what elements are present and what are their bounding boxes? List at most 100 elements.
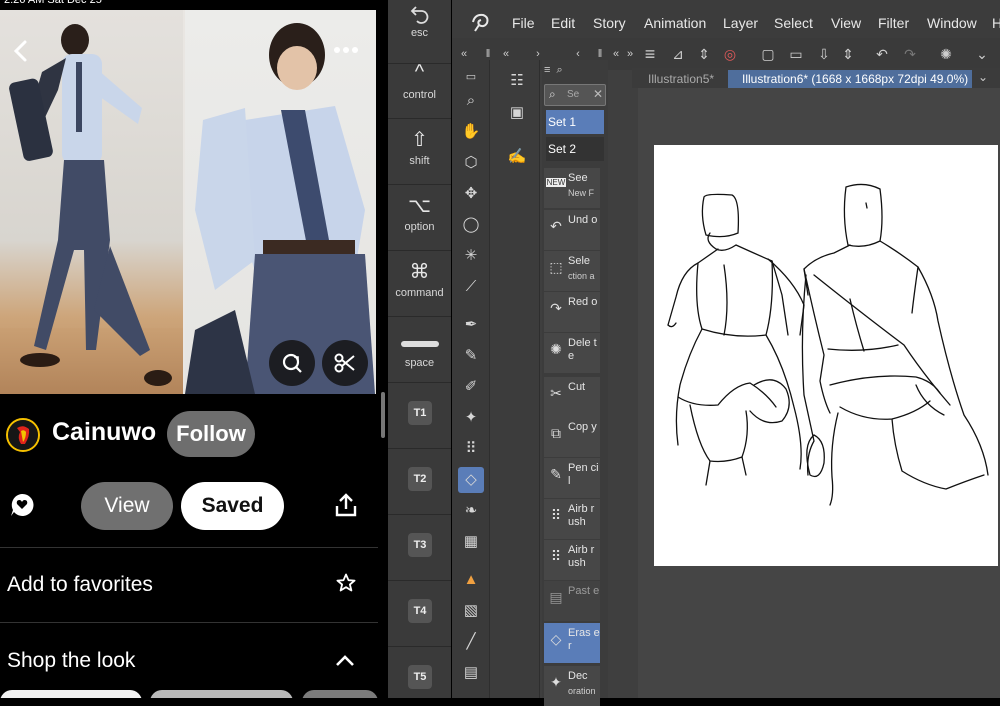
up-down-icon[interactable]: ⇕ xyxy=(838,44,858,64)
saved-button[interactable]: Saved xyxy=(181,482,284,530)
search-box[interactable]: ⌕ Se ✕ xyxy=(544,84,606,106)
avatar[interactable] xyxy=(6,418,40,452)
expand-right-icon[interactable]: » xyxy=(620,44,640,64)
clip-studio-app-icon[interactable]: ◎ xyxy=(720,44,740,64)
tool-detail-icon[interactable]: ▣ xyxy=(504,100,530,126)
move-icon[interactable]: ✥ xyxy=(458,181,484,207)
t4-key[interactable]: T4 xyxy=(388,581,451,647)
menu-edit[interactable]: Edit xyxy=(551,15,575,31)
sparkle-icon[interactable]: ✦ xyxy=(458,405,484,431)
set-item[interactable]: Set 1 xyxy=(546,110,604,134)
gradient-icon[interactable]: ▧ xyxy=(458,598,484,624)
add-favorites-label[interactable]: Add to favorites xyxy=(7,573,153,597)
brush-icon[interactable]: ✐ xyxy=(458,374,484,400)
shift-key[interactable]: ⇧ shift xyxy=(388,119,451,185)
menu-view[interactable]: View xyxy=(831,15,861,31)
collapse-button[interactable] xyxy=(334,651,356,671)
pin-image[interactable] xyxy=(0,10,376,394)
eyedropper-icon[interactable]: ⟋ xyxy=(458,274,484,300)
visual-search-button[interactable] xyxy=(269,340,315,386)
pencil-icon[interactable]: ✎ xyxy=(458,343,484,369)
subtool-item[interactable]: ⧉ Cop y xyxy=(544,417,600,457)
zoom-icon[interactable]: ⌕ xyxy=(458,88,484,114)
line-icon[interactable]: ╱ xyxy=(458,629,484,655)
space-key[interactable]: space xyxy=(388,317,451,383)
figure-icon[interactable]: ▦ xyxy=(458,529,484,555)
clip-studio-logo-icon[interactable] xyxy=(470,12,492,32)
view-button[interactable]: View xyxy=(81,482,173,530)
t3-key[interactable]: T3 xyxy=(388,515,451,581)
menu-story[interactable]: Story xyxy=(593,15,626,31)
save-icon[interactable]: ⇩ xyxy=(814,44,834,64)
up-down-icon[interactable]: ⇕ xyxy=(694,44,714,64)
subtool-item[interactable]: ✎ Pen cil xyxy=(544,458,600,498)
redo-icon[interactable]: ↷ xyxy=(900,44,920,64)
palette-tab[interactable]: ▭ xyxy=(458,64,484,90)
menu-file[interactable]: File xyxy=(512,15,535,31)
canvas-tab[interactable]: Illustration5* xyxy=(634,70,726,88)
new-canvas-icon[interactable]: ▢ xyxy=(758,44,778,64)
shop-thumbnail[interactable] xyxy=(302,690,378,698)
menu-filter[interactable]: Filter xyxy=(878,15,909,31)
hand-icon[interactable]: ✋ xyxy=(458,119,484,145)
canvas-tab-active[interactable]: Illustration6* (1668 x 1668px 72dpi 49.0… xyxy=(728,70,972,88)
subtool-item[interactable]: ↷ Red o xyxy=(544,292,600,332)
cutout-button[interactable] xyxy=(322,340,368,386)
menu-select[interactable]: Select xyxy=(774,15,813,31)
shop-thumbnail[interactable] xyxy=(150,690,293,698)
shop-thumbnail[interactable] xyxy=(0,690,142,698)
subtool-item[interactable]: ✂ Cut xyxy=(544,377,600,417)
command-key[interactable]: ⌘ command xyxy=(388,251,451,317)
pen-icon[interactable]: ✒ xyxy=(458,312,484,338)
loading-spinner-icon[interactable]: ✺ xyxy=(936,44,956,64)
object-icon[interactable]: ⬡ xyxy=(458,150,484,176)
canvas-paper[interactable] xyxy=(654,145,998,566)
brush-edit-icon[interactable]: ✍ xyxy=(504,144,530,170)
subtool-item[interactable]: ⠿ Airb rush xyxy=(544,499,600,539)
lasso-icon[interactable]: ◯ xyxy=(458,212,484,238)
subtool-item[interactable]: ⠿ Airb rush xyxy=(544,540,600,580)
subtool-item[interactable]: ⬚ Sele ction a xyxy=(544,251,600,291)
hamburger-icon[interactable]: ≡ xyxy=(640,44,660,64)
menu-help[interactable]: H xyxy=(992,15,1000,31)
subtool-item[interactable]: ✦ Dec oration xyxy=(544,666,600,706)
subtool-item[interactable]: ✺ Dele te xyxy=(544,333,600,373)
comment-button[interactable] xyxy=(9,492,35,518)
close-icon[interactable]: ✕ xyxy=(593,87,603,101)
favorite-star-button[interactable] xyxy=(336,573,356,593)
shop-look-label[interactable]: Shop the look xyxy=(7,649,135,673)
magic-wand-icon[interactable]: ✳ xyxy=(458,243,484,269)
layer-property-icon[interactable]: ⊿ xyxy=(668,44,688,64)
chevron-down-icon[interactable]: ⌄ xyxy=(972,44,992,64)
airbrush-icon[interactable]: ⠿ xyxy=(458,436,484,462)
sliders-icon[interactable]: ☷ xyxy=(504,68,530,94)
blend-icon[interactable]: ❧ xyxy=(458,498,484,524)
subtool-item[interactable]: ↶ Und o xyxy=(544,210,600,250)
command-icon: ⌘ xyxy=(409,261,430,283)
fill-icon[interactable]: ▲ xyxy=(458,567,484,593)
t1-key[interactable]: T1 xyxy=(388,383,451,449)
subtool-item[interactable]: NEW See New F xyxy=(544,168,600,208)
subtool-item[interactable]: ▤ Past e xyxy=(544,581,600,621)
menu-animation[interactable]: Animation xyxy=(644,15,706,31)
open-folder-icon[interactable]: ▭ xyxy=(786,44,806,64)
subtool-item[interactable]: ◇ Eras er xyxy=(544,623,600,663)
canvas-area[interactable] xyxy=(638,88,1000,698)
set-item[interactable]: Set 2 xyxy=(546,137,604,161)
control-key[interactable]: ^ control xyxy=(388,53,451,119)
eraser-icon[interactable]: ◇ xyxy=(458,467,484,493)
t2-key[interactable]: T2 xyxy=(388,449,451,515)
menu-window[interactable]: Window xyxy=(927,15,977,31)
back-button[interactable] xyxy=(8,38,34,64)
option-key[interactable]: ⌥ option xyxy=(388,185,451,251)
creator-name[interactable]: Cainuwo xyxy=(52,418,156,447)
follow-button[interactable]: Follow xyxy=(167,411,255,457)
chevron-down-icon[interactable]: ⌄ xyxy=(978,70,988,84)
share-button[interactable] xyxy=(333,492,359,518)
split-view-handle[interactable] xyxy=(381,392,385,438)
t5-key[interactable]: T5 xyxy=(388,647,451,698)
menu-layer[interactable]: Layer xyxy=(723,15,758,31)
undo-icon[interactable]: ↶ xyxy=(872,44,892,64)
frame-icon[interactable]: ▤ xyxy=(458,660,484,686)
more-options-button[interactable] xyxy=(332,40,360,60)
